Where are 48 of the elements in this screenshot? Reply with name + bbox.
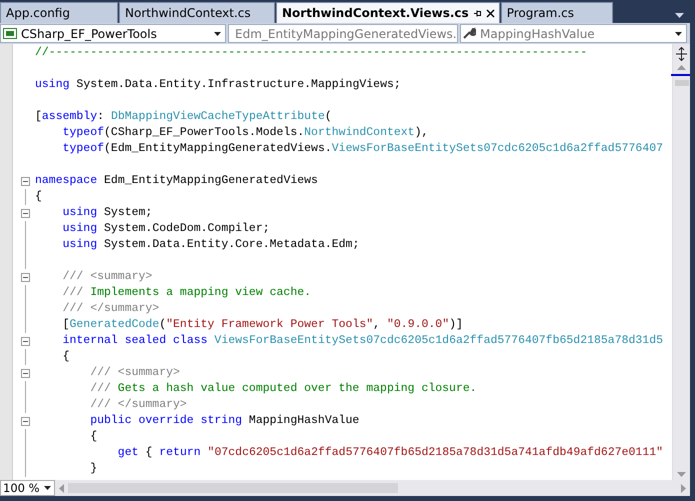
caret-icon[interactable] [675, 13, 684, 19]
code-line: { [62, 349, 70, 365]
code-line: internal sealed class ViewsForBaseEntitySets07cdc6205c1d6a2ffad5776407fb65d2185a78d31d5 [62, 333, 664, 349]
code-line: using System.Data.Entity.Core.Metadata.Edm; [62, 237, 360, 253]
code-line: /// Gets a hash value computed over the mapping closure. [90, 381, 477, 397]
dropdown-arrow-icon [214, 32, 221, 36]
collapse-icon[interactable] [20, 368, 30, 378]
code-line: typeof(Edm_EntityMappingGeneratedViews.ViewsForBaseEntitySets07cdc6205c1d6a2ffad5776407 [62, 141, 664, 157]
code-line: namespace Edm_EntityMappingGeneratedViews [35, 173, 318, 189]
collapse-icon[interactable] [20, 416, 30, 426]
dropdown-arrow-icon [675, 32, 682, 36]
zoom-dropdown[interactable]: 100 % [0, 480, 55, 496]
code-line: { [35, 189, 42, 205]
document-tab[interactable]: NorthwindContext.cs [119, 2, 275, 23]
navigation-dropdown[interactable]: CSharp_EF_PowerTools [0, 24, 226, 43]
wrench-icon [463, 27, 476, 40]
document-tab[interactable]: NorthwindContext.Views.cs [276, 2, 500, 23]
code-line: using System; [62, 205, 152, 221]
code-line: public override string MappingHashValue [90, 413, 360, 429]
scroll-thumb[interactable] [674, 80, 688, 86]
code-line: } [90, 461, 98, 477]
collapse-icon[interactable] [20, 336, 30, 346]
file-icon [3, 28, 17, 39]
dropdown-arrow-icon [44, 486, 51, 490]
collapse-icon[interactable] [20, 176, 30, 186]
navigation-dropdown[interactable]: Edm_EntityMappingGeneratedViews. [228, 24, 458, 43]
code-line: /// Implements a mapping view cache. [62, 285, 312, 301]
document-tab[interactable]: Program.cs [500, 2, 613, 23]
close-icon[interactable] [486, 8, 495, 18]
split-icon[interactable] [675, 47, 688, 61]
code-line: /// </summary> [62, 301, 160, 317]
code-line: /// <summary> [62, 269, 152, 285]
code-line: [GeneratedCode("Entity Framework Power Tools", "0.9.0.0")] [62, 317, 463, 333]
document-tab[interactable]: App.config [0, 2, 118, 23]
code-line: using System.Data.Entity.Infrastructure.MappingViews; [35, 77, 401, 93]
code-line: [assembly: DbMappingViewCacheTypeAttribute( [35, 109, 332, 125]
vertical-scrollbar[interactable] [672, 44, 690, 480]
collapse-icon[interactable] [20, 208, 30, 218]
collapse-icon[interactable] [20, 272, 30, 282]
navigation-dropdown[interactable]: MappingHashValue [460, 24, 687, 43]
code-line: { [90, 429, 98, 445]
pin-icon[interactable] [472, 8, 482, 18]
code-line: using System.CodeDom.Compiler; [62, 221, 270, 237]
code-line: //------------------------------------------------------------------------------ [35, 45, 588, 61]
code-line: /// <summary> [90, 365, 180, 381]
code-line: typeof(CSharp_EF_PowerTools.Models.NorthwindContext), [62, 125, 428, 141]
code-line: /// </summary> [90, 397, 187, 413]
code-line: get { return "07cdc6205c1d6a2ffad5776407fb65d2185a78d31d5a741afdb49afd627e0111" [118, 445, 664, 461]
